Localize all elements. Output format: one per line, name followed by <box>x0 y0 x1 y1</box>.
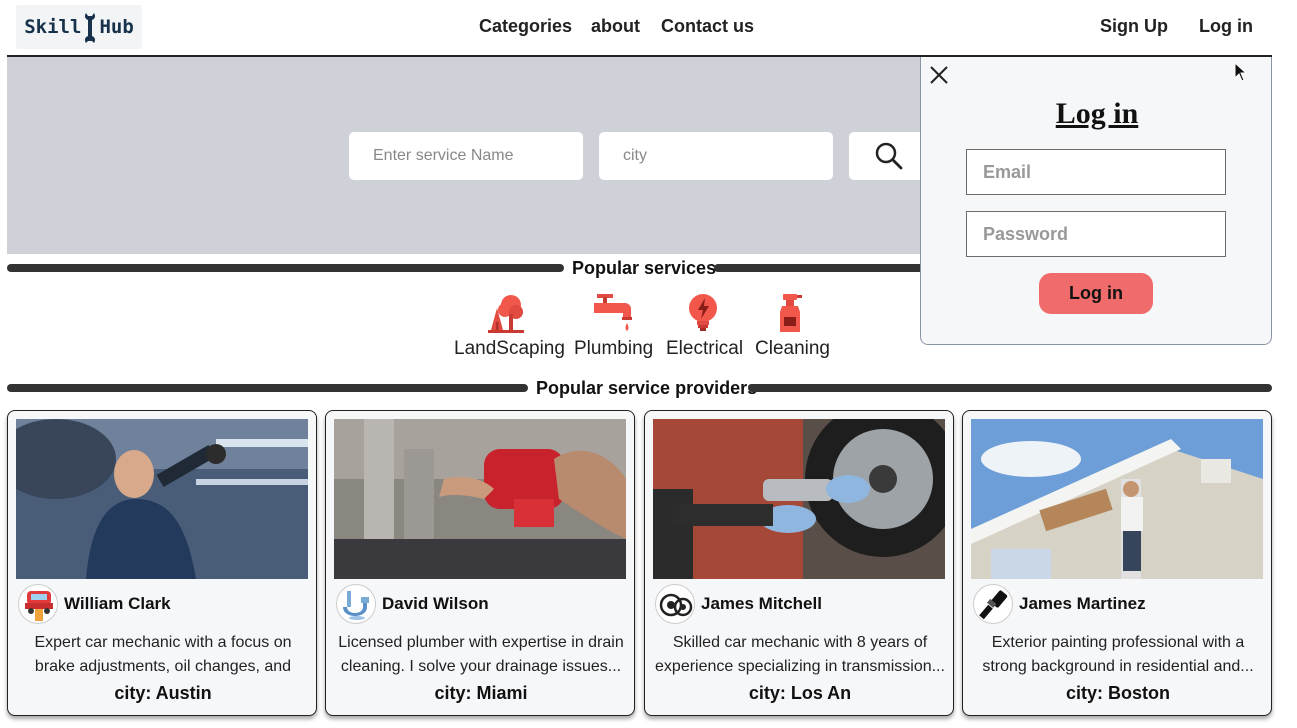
faucet-icon <box>594 294 632 331</box>
provider-photo <box>971 419 1263 579</box>
login-title: Log in <box>1055 97 1139 130</box>
close-icon[interactable] <box>929 65 949 85</box>
spray-bottle-icon <box>780 294 802 332</box>
top-header: Skill Hub Categories about Contact us Si… <box>7 0 1272 57</box>
provider-photo <box>16 419 308 579</box>
login-submit-button[interactable]: Log in <box>1039 273 1153 314</box>
service-electrical[interactable]: Electrical <box>666 292 744 360</box>
log-in-link[interactable]: Log in <box>1199 16 1253 37</box>
provider-card[interactable]: William Clark Expert car mechanic with a… <box>7 410 317 716</box>
popular-services-title: Popular services <box>572 258 717 278</box>
skillhub-logo[interactable]: Skill Hub <box>16 5 142 49</box>
search-button[interactable] <box>849 132 929 180</box>
provider-name: William Clark <box>64 594 171 613</box>
provider-description: Licensed plumber with expertise in drain… <box>338 634 624 675</box>
provider-city: city: Miami <box>434 683 528 703</box>
service-cleaning[interactable]: Cleaning <box>755 292 830 360</box>
mouse-cursor-icon <box>1234 62 1248 82</box>
service-name-input[interactable] <box>349 132 583 180</box>
avatar <box>18 584 58 624</box>
email-field[interactable] <box>966 149 1226 195</box>
avatar <box>336 584 376 624</box>
nav-about[interactable]: about <box>591 16 640 37</box>
service-landscaping[interactable]: LandScaping <box>454 292 565 360</box>
password-field[interactable] <box>966 211 1226 257</box>
nav-contact-us[interactable]: Contact us <box>661 16 754 37</box>
logo-text-left: Skill <box>24 16 82 38</box>
login-popup: Log in Log in <box>920 57 1272 345</box>
provider-city: city: Boston <box>1065 683 1170 703</box>
nav-categories[interactable]: Categories <box>479 16 572 37</box>
avatar <box>655 584 695 624</box>
popular-providers-title: Popular service providers <box>536 378 758 398</box>
logo-text-right: Hub <box>99 16 134 38</box>
service-label: Electrical <box>666 338 744 359</box>
service-label: LandScaping <box>454 338 565 359</box>
provider-photo <box>653 419 945 579</box>
service-plumbing[interactable]: Plumbing <box>574 292 654 360</box>
provider-city: city: Los An <box>748 683 852 703</box>
provider-name: David Wilson <box>382 594 489 613</box>
provider-card[interactable]: David Wilson Licensed plumber with exper… <box>325 410 635 716</box>
provider-card[interactable]: James Mitchell Skilled car mechanic with… <box>644 410 954 716</box>
tree-icon <box>488 295 524 333</box>
divider-right <box>748 384 1272 392</box>
provider-name: James Mitchell <box>701 594 822 613</box>
provider-photo <box>334 419 626 579</box>
provider-city: city: Austin <box>114 683 212 703</box>
provider-description: Expert car mechanic with a focus on brak… <box>34 634 292 675</box>
service-label: Plumbing <box>574 338 654 359</box>
provider-description: Skilled car mechanic with 8 years of exp… <box>655 634 945 675</box>
avatar <box>973 584 1013 624</box>
search-icon <box>875 142 903 170</box>
provider-description: Exterior painting professional with a st… <box>982 634 1254 675</box>
wrench-icon <box>83 11 97 43</box>
divider-left <box>7 264 564 272</box>
provider-card[interactable]: James Martinez Exterior painting profess… <box>962 410 1272 716</box>
city-input[interactable] <box>599 132 833 180</box>
bulb-icon <box>689 294 717 331</box>
service-label: Cleaning <box>755 338 830 359</box>
divider-left <box>7 384 528 392</box>
sign-up-link[interactable]: Sign Up <box>1100 16 1168 37</box>
provider-name: James Martinez <box>1019 594 1146 613</box>
